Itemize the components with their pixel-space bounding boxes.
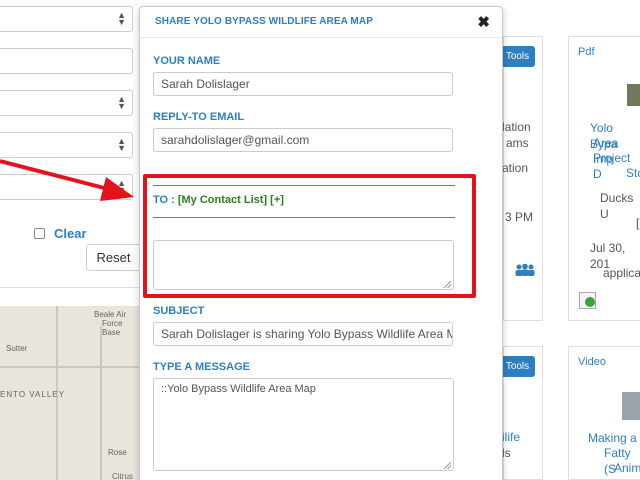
clear-control: Clear (34, 226, 87, 241)
clear-link[interactable]: Clear (54, 226, 87, 241)
card-title-fragment[interactable]: lation (502, 119, 531, 135)
to-label: TO : (153, 194, 175, 206)
card-title-line[interactable]: Anim (614, 460, 640, 476)
message-value: ::Yolo Bypass Wildlife Area Map (161, 383, 316, 395)
card-thumbnail[interactable] (622, 392, 640, 420)
map-label: Force (102, 319, 123, 328)
map-label: Rose (108, 448, 127, 457)
filter-input-1[interactable] (0, 48, 133, 74)
card-meta-line: [ (636, 216, 640, 230)
card-title-fragment: ls (502, 446, 511, 460)
subject-label: SUBJECT (153, 305, 205, 317)
your-name-input[interactable]: Sarah Dolislager (153, 72, 453, 96)
resize-handle-icon[interactable] (444, 462, 451, 469)
annotation-arrow-icon (0, 159, 134, 201)
select-caret-icon: ▲▼ (117, 94, 126, 111)
select-caret-icon: ▲▼ (117, 10, 126, 27)
card-type-tag: Video (578, 356, 606, 368)
filter-select-2[interactable]: ▲ ▼ (0, 90, 133, 116)
message-textarea[interactable]: ::Yolo Bypass Wildlife Area Map (153, 378, 454, 471)
card-title-fragment[interactable]: ams (506, 135, 529, 151)
to-section-top-divider (153, 185, 455, 186)
card-title-line[interactable]: Making a (588, 430, 637, 446)
add-contact-link[interactable]: [+] (270, 194, 284, 206)
your-name-label: YOUR NAME (153, 55, 221, 67)
card-meta-line: applica (603, 266, 640, 280)
card-title-fragment[interactable]: ilife (502, 429, 520, 445)
map-road (100, 326, 102, 480)
tools-button[interactable]: Tools (500, 46, 535, 67)
card-meta-line: Ducks U (600, 191, 634, 221)
card-thumbnail[interactable] (627, 84, 640, 106)
reply-to-email-input[interactable]: sarahdolislager@gmail.com (153, 128, 453, 152)
message-label: TYPE A MESSAGE (153, 361, 250, 373)
map-label: Beale Air (94, 310, 127, 319)
map-label: Citrus (112, 472, 133, 480)
people-icon (515, 263, 535, 279)
map-view[interactable]: Beale Air Force Base Sutter ENTO VALLEY … (0, 306, 140, 480)
map-label: Base (102, 328, 121, 337)
card-meta-fragment: ation (502, 161, 529, 175)
map-road (0, 366, 140, 368)
download-icon[interactable] (579, 292, 596, 309)
to-recipients-textarea[interactable] (153, 240, 454, 290)
to-row: TO : [My Contact List] [+] (153, 194, 284, 206)
resize-handle-icon[interactable] (444, 281, 451, 288)
reset-button[interactable]: Reset (86, 244, 141, 271)
modal-title: SHARE YOLO BYPASS WILDLIFE AREA MAP (155, 16, 373, 27)
card-title-line[interactable]: Sto (626, 165, 640, 181)
map-label: Sutter (6, 344, 28, 353)
clear-checkbox[interactable] (34, 228, 45, 239)
map-label: ENTO VALLEY (0, 390, 65, 399)
modal-header-divider (140, 37, 502, 38)
card-meta-fragment: 3 PM (505, 210, 534, 224)
to-section-bottom-divider (153, 217, 455, 218)
my-contact-list-link[interactable]: [My Contact List] (178, 194, 267, 206)
subject-input[interactable]: Sarah Dolislager is sharing Yolo Bypass … (153, 322, 453, 346)
divider (0, 287, 140, 288)
reply-to-email-label: REPLY-TO EMAIL (153, 111, 245, 123)
tools-button[interactable]: Tools (500, 356, 535, 377)
filter-select-1[interactable]: ▲ ▼ (0, 6, 133, 32)
close-icon[interactable]: ✖ (477, 13, 490, 31)
share-modal: SHARE YOLO BYPASS WILDLIFE AREA MAP ✖ YO… (139, 6, 503, 480)
card-type-tag: Pdf (578, 46, 595, 58)
